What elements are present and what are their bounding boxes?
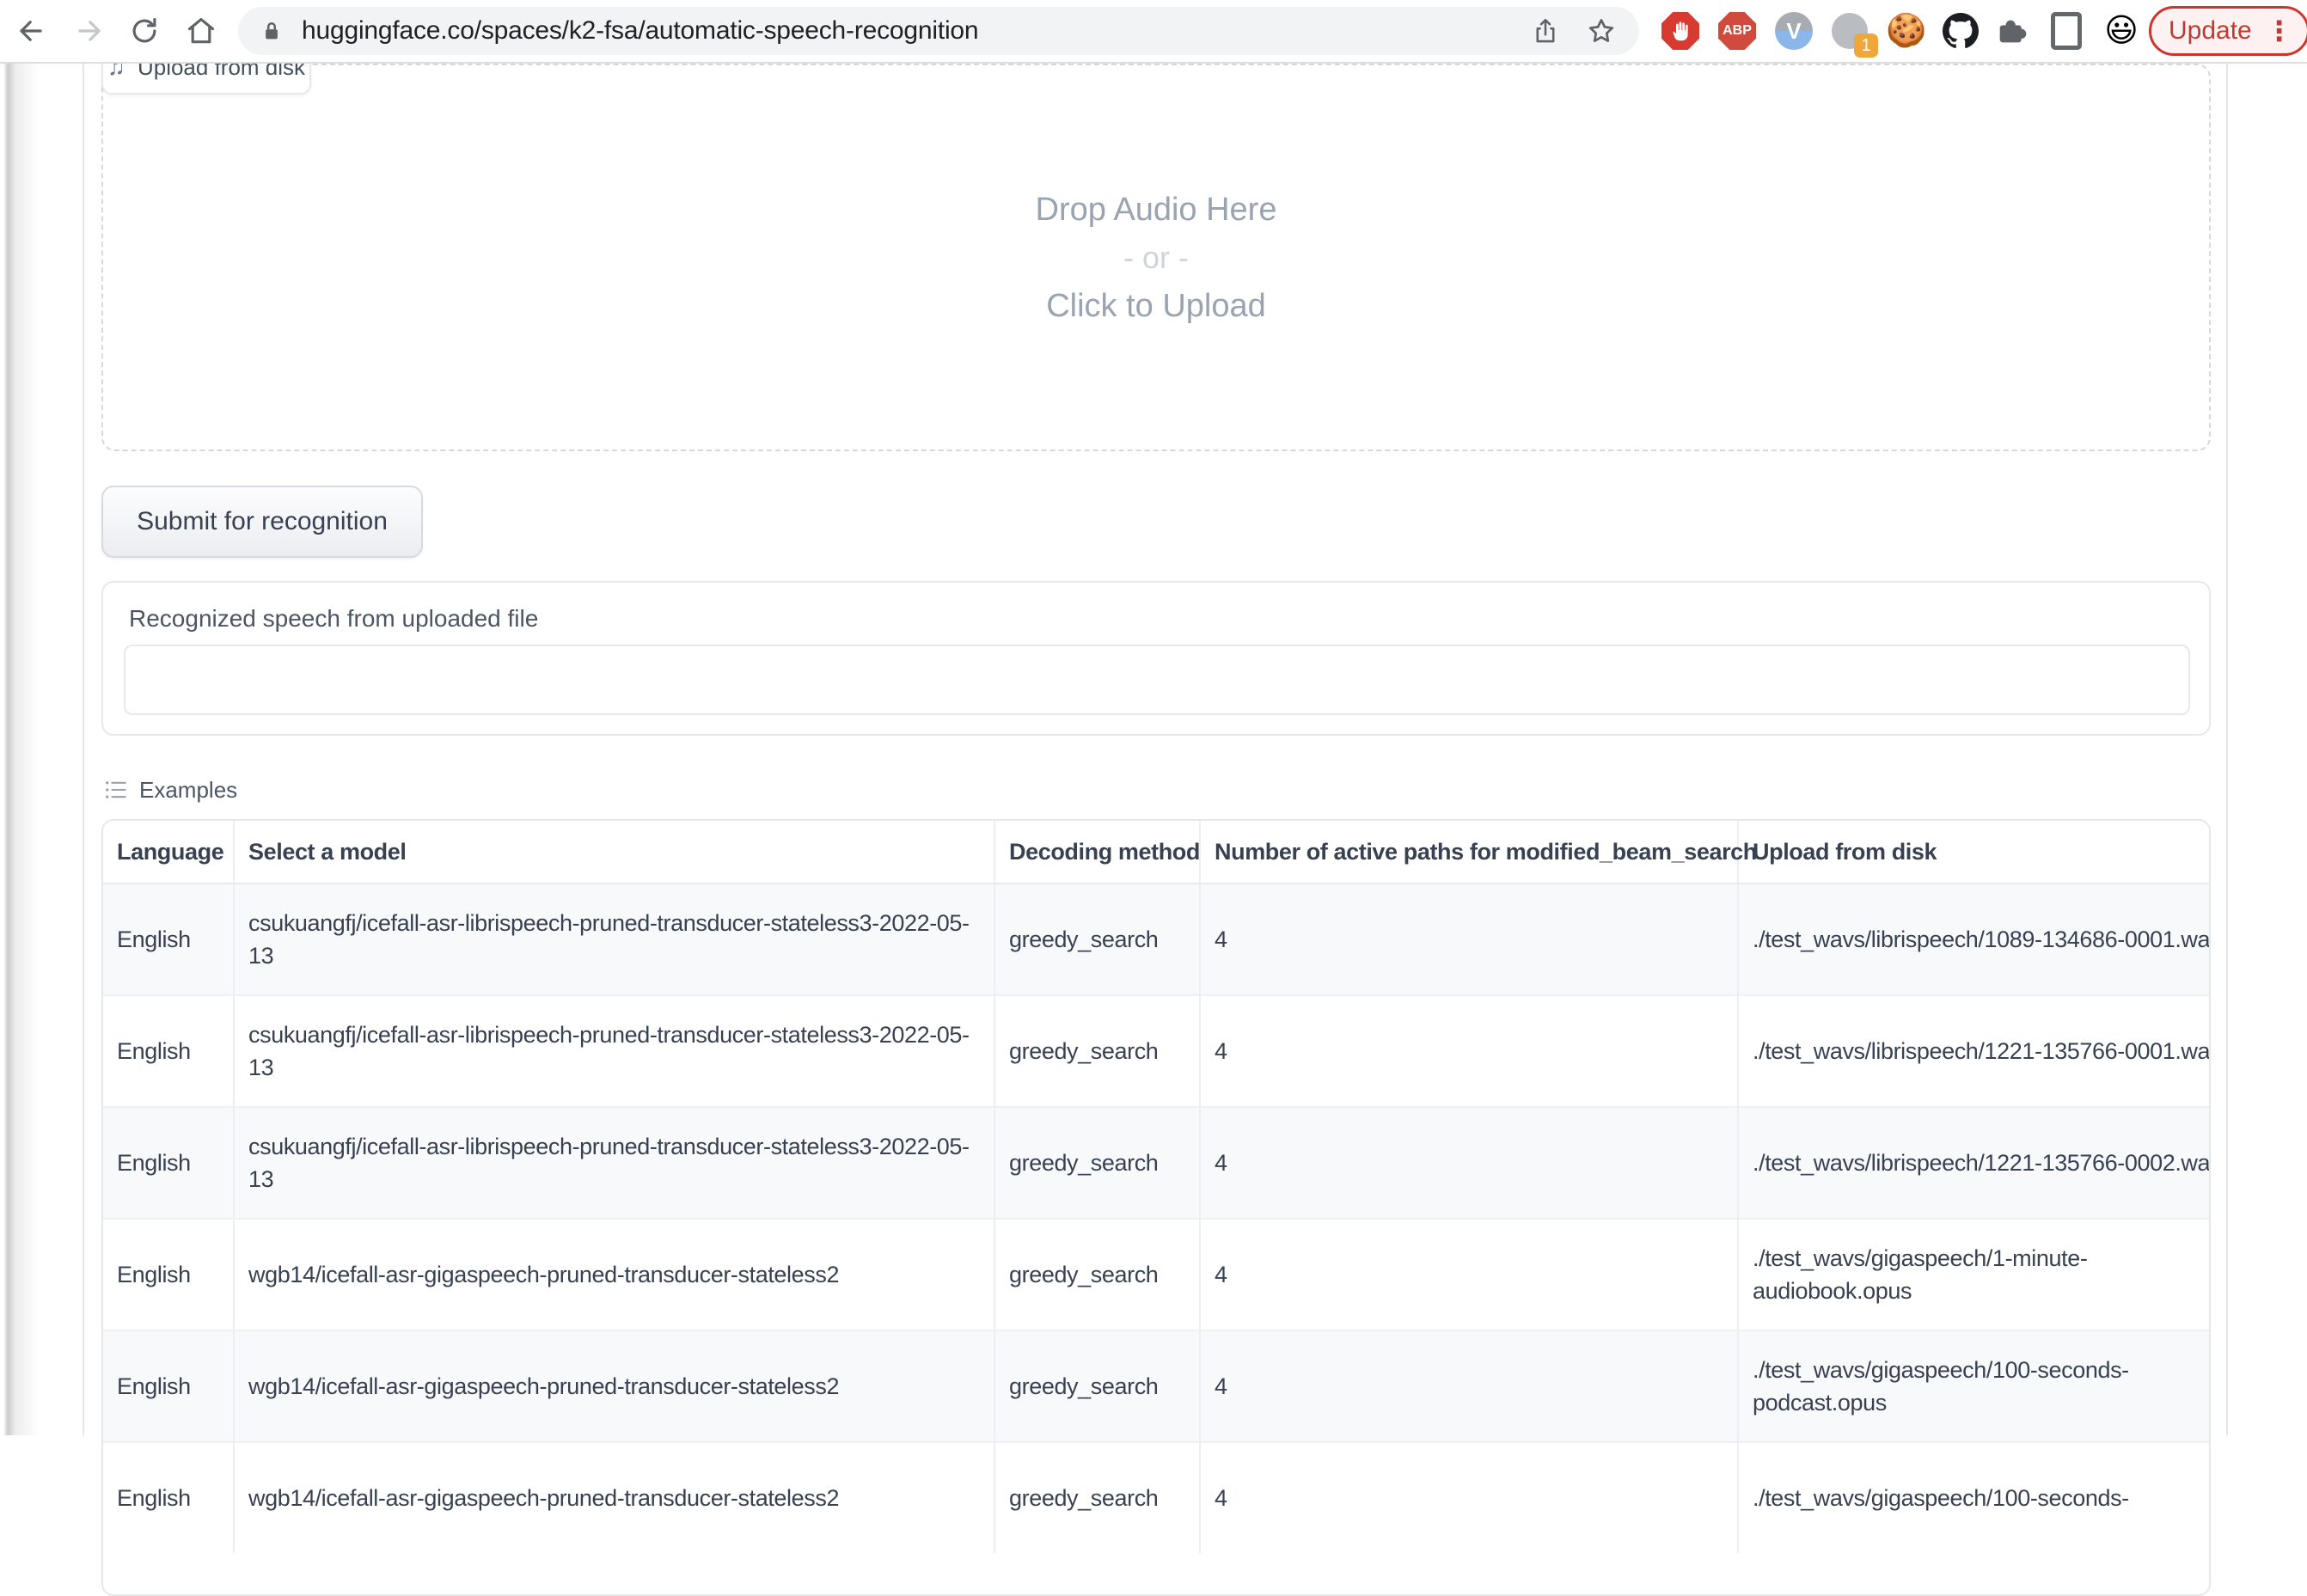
reload-icon — [128, 15, 161, 47]
url-text[interactable]: huggingface.co/spaces/k2-fsa/automatic-s… — [302, 16, 1531, 46]
column-header: Decoding method — [994, 821, 1200, 884]
page-right-border — [2226, 62, 2228, 1435]
table-row[interactable]: Englishcsukuangfj/icefall-asr-librispeec… — [103, 1107, 2211, 1219]
submit-button-label: Submit for recognition — [137, 507, 388, 536]
table-cell[interactable]: English — [103, 995, 234, 1107]
table-cell[interactable]: 4 — [1200, 1107, 1738, 1219]
table-cell[interactable]: ./test_wavs/librispeech/1089-134686-0001… — [1738, 884, 2211, 995]
cookie-icon: 🍪 — [1886, 15, 1926, 47]
table-cell[interactable]: csukuangfj/icefall-asr-librispeech-prune… — [234, 884, 994, 995]
hand-icon — [1668, 18, 1693, 44]
table-cell[interactable]: wgb14/icefall-asr-gigaspeech-pruned-tran… — [234, 1219, 994, 1330]
github-extension-icon[interactable] — [1942, 12, 1980, 50]
dropzone-separator: - or - — [1123, 234, 1189, 282]
recognized-speech-input[interactable] — [124, 645, 2190, 715]
forward-icon — [73, 15, 106, 47]
table-cell[interactable]: English — [103, 884, 234, 995]
abp-label: ABP — [1723, 23, 1752, 39]
sidebar-extension-icon[interactable] — [2047, 12, 2085, 50]
table-cell[interactable]: greedy_search — [994, 1107, 1200, 1219]
extensions-puzzle-icon[interactable] — [1992, 12, 2030, 50]
browser-toolbar: huggingface.co/spaces/k2-fsa/automatic-s… — [0, 0, 2307, 64]
list-icon — [103, 778, 127, 802]
v-label: V — [1786, 20, 1801, 42]
chrome-update-menu[interactable]: Update ⋮ — [2149, 6, 2307, 56]
table-cell[interactable]: greedy_search — [994, 995, 1200, 1107]
column-header: Select a model — [234, 821, 994, 884]
table-cell[interactable]: 4 — [1200, 995, 1738, 1107]
table-cell[interactable]: greedy_search — [994, 1330, 1200, 1442]
puzzle-icon — [1994, 14, 2029, 48]
table-cell[interactable]: ./test_wavs/gigaspeech/100-seconds-podca… — [1738, 1330, 2211, 1442]
app-content: ♫ Upload from disk Drop Audio Here - or … — [101, 62, 2211, 1435]
lock-icon — [259, 18, 285, 44]
table-cell[interactable]: wgb14/icefall-asr-gigaspeech-pruned-tran… — [234, 1442, 994, 1553]
table-row[interactable]: Englishwgb14/icefall-asr-gigaspeech-prun… — [103, 1442, 2211, 1553]
table-header-row: LanguageSelect a modelDecoding methodNum… — [103, 821, 2211, 884]
examples-header: Examples — [103, 774, 237, 805]
kebab-menu-icon[interactable]: ⋮ — [2266, 17, 2293, 45]
table-cell[interactable]: ./test_wavs/librispeech/1221-135766-0002… — [1738, 1107, 2211, 1219]
table-cell[interactable]: 4 — [1200, 1442, 1738, 1553]
extension-badge: 1 — [1854, 34, 1878, 58]
dropzone-line2: Click to Upload — [1046, 282, 1266, 330]
recognized-speech-panel: Recognized speech from uploaded file — [101, 581, 2211, 736]
table-cell[interactable]: ./test_wavs/gigaspeech/1-minute-audioboo… — [1738, 1219, 2211, 1330]
table-cell[interactable]: English — [103, 1442, 234, 1553]
audio-dropzone[interactable]: Drop Audio Here - or - Click to Upload — [101, 64, 2211, 451]
cookie-extension-icon[interactable]: 🍪 — [1888, 12, 1925, 50]
update-label[interactable]: Update — [2169, 16, 2252, 46]
table-row[interactable]: Englishcsukuangfj/icefall-asr-librispeec… — [103, 995, 2211, 1107]
home-icon — [185, 15, 217, 47]
table-cell[interactable]: ./test_wavs/librispeech/1221-135766-0001… — [1738, 995, 2211, 1107]
smiley-icon: 😃 — [2104, 15, 2139, 47]
page-left-gutter — [0, 62, 84, 1435]
smiley-extension-icon[interactable]: 😃 — [2102, 12, 2140, 50]
table-cell[interactable]: ./test_wavs/gigaspeech/100-seconds- — [1738, 1442, 2211, 1553]
v-extension-icon[interactable]: V — [1775, 12, 1813, 50]
table-cell[interactable]: greedy_search — [994, 1442, 1200, 1553]
table-cell[interactable]: greedy_search — [994, 1219, 1200, 1330]
table-row[interactable]: Englishwgb14/icefall-asr-gigaspeech-prun… — [103, 1219, 2211, 1330]
column-header: Language — [103, 821, 234, 884]
table-cell[interactable]: 4 — [1200, 884, 1738, 995]
table-cell[interactable]: csukuangfj/icefall-asr-librispeech-prune… — [234, 995, 994, 1107]
table-row[interactable]: Englishcsukuangfj/icefall-asr-librispeec… — [103, 884, 2211, 995]
table-cell[interactable]: English — [103, 1219, 234, 1330]
back-icon — [15, 15, 47, 47]
table-row[interactable]: Englishwgb14/icefall-asr-gigaspeech-prun… — [103, 1330, 2211, 1442]
examples-label: Examples — [139, 777, 237, 804]
adblock-hand-extension-icon[interactable] — [1661, 12, 1699, 50]
table-cell[interactable]: 4 — [1200, 1330, 1738, 1442]
dropzone-line1: Drop Audio Here — [1036, 186, 1277, 234]
reload-button[interactable] — [122, 9, 167, 53]
table-cell[interactable]: csukuangfj/icefall-asr-librispeech-prune… — [234, 1107, 994, 1219]
bookmark-star-icon[interactable] — [1586, 15, 1617, 46]
submit-for-recognition-button[interactable]: Submit for recognition — [101, 486, 423, 558]
column-header: Upload from disk — [1738, 821, 2211, 884]
column-header: Number of active paths for modified_beam… — [1200, 821, 1738, 884]
home-button[interactable] — [179, 9, 223, 53]
github-icon — [1943, 13, 1979, 49]
notification-extension-icon[interactable]: 1 — [1831, 12, 1869, 50]
abp-extension-icon[interactable]: ABP — [1718, 12, 1756, 50]
examples-table: LanguageSelect a modelDecoding methodNum… — [101, 819, 2211, 1596]
forward-button[interactable] — [67, 9, 112, 53]
recognized-speech-label: Recognized speech from uploaded file — [129, 605, 538, 633]
table-cell[interactable]: English — [103, 1330, 234, 1442]
url-bar[interactable]: huggingface.co/spaces/k2-fsa/automatic-s… — [238, 7, 1639, 55]
table-cell[interactable]: greedy_search — [994, 884, 1200, 995]
table-cell[interactable]: English — [103, 1107, 234, 1219]
table-cell[interactable]: 4 — [1200, 1219, 1738, 1330]
table-cell[interactable]: wgb14/icefall-asr-gigaspeech-pruned-tran… — [234, 1330, 994, 1442]
share-icon[interactable] — [1531, 16, 1560, 46]
back-button[interactable] — [9, 9, 53, 53]
